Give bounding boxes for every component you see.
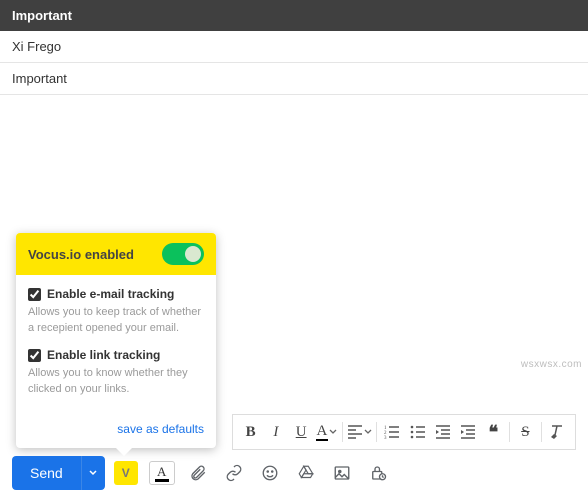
vocus-title: Vocus.io enabled — [28, 247, 134, 262]
subject-value: Important — [12, 71, 67, 86]
text-color-button[interactable]: A — [315, 418, 338, 446]
link-button[interactable] — [219, 458, 249, 488]
email-tracking-checkbox[interactable] — [28, 288, 41, 301]
compose-title: Important — [12, 8, 72, 23]
separator — [541, 422, 542, 442]
numbered-list-icon: 123 — [384, 425, 400, 439]
image-icon — [333, 464, 351, 482]
bullet-list-button[interactable] — [406, 418, 429, 446]
link-tracking-desc: Allows you to know whether they clicked … — [28, 366, 204, 397]
drive-icon — [297, 464, 315, 482]
numbered-list-button[interactable]: 123 — [381, 418, 404, 446]
lock-clock-icon — [369, 464, 387, 482]
text-format-button[interactable]: A — [147, 458, 177, 488]
bold-button[interactable]: B — [239, 418, 262, 446]
underline-button[interactable]: U — [290, 418, 313, 446]
caret-down-icon — [364, 428, 372, 436]
attach-button[interactable] — [183, 458, 213, 488]
italic-button[interactable]: I — [264, 418, 287, 446]
bottom-toolbar: Send V A — [12, 456, 576, 490]
separator — [376, 422, 377, 442]
text-color-letter: A — [157, 465, 166, 478]
watermark: wsxwsx.com — [521, 359, 582, 370]
indent-more-icon — [460, 425, 476, 439]
text-color-letter: A — [316, 424, 327, 439]
link-icon — [225, 464, 243, 482]
drive-button[interactable] — [291, 458, 321, 488]
vocus-popup-footer: save as defaults — [16, 415, 216, 448]
toggle-knob — [185, 246, 201, 262]
quote-button[interactable]: ❝ — [482, 418, 505, 446]
link-tracking-checkbox[interactable] — [28, 349, 41, 362]
confidential-button[interactable] — [363, 458, 393, 488]
email-tracking-desc: Allows you to keep track of whether a re… — [28, 305, 204, 336]
vocus-badge: V — [114, 461, 138, 485]
separator — [342, 422, 343, 442]
to-field[interactable]: Xi Frego — [0, 31, 588, 63]
send-group: Send — [12, 456, 105, 490]
clear-format-icon — [549, 425, 565, 439]
save-defaults-link[interactable]: save as defaults — [117, 422, 204, 436]
vocus-toggle[interactable] — [162, 243, 204, 265]
indent-less-icon — [435, 425, 451, 439]
separator — [509, 422, 510, 442]
option-link-tracking: Enable link tracking Allows you to know … — [28, 348, 204, 397]
caret-down-icon — [329, 428, 337, 436]
indent-more-button[interactable] — [456, 418, 479, 446]
paperclip-icon — [189, 464, 207, 482]
to-value: Xi Frego — [12, 39, 61, 54]
compose-header: Important — [0, 0, 588, 31]
vocus-popup-body: Enable e-mail tracking Allows you to kee… — [16, 275, 216, 415]
align-icon — [347, 425, 363, 439]
smiley-icon — [261, 464, 279, 482]
bullet-list-icon — [410, 425, 426, 439]
send-button[interactable]: Send — [12, 456, 81, 490]
image-button[interactable] — [327, 458, 357, 488]
emoji-button[interactable] — [255, 458, 285, 488]
caret-down-icon — [89, 469, 97, 477]
send-more-button[interactable] — [81, 456, 105, 490]
align-button[interactable] — [347, 418, 372, 446]
clear-format-button[interactable] — [546, 418, 569, 446]
strikethrough-button[interactable]: S — [514, 418, 537, 446]
email-tracking-label: Enable e-mail tracking — [47, 287, 174, 301]
text-color-glyph: A — [149, 461, 175, 485]
vocus-popup-header: Vocus.io enabled — [16, 233, 216, 275]
format-toolbar: B I U A 123 ❝ S — [232, 414, 576, 450]
subject-field[interactable]: Important — [0, 63, 588, 95]
indent-less-button[interactable] — [431, 418, 454, 446]
svg-text:3: 3 — [384, 436, 387, 439]
option-email-tracking: Enable e-mail tracking Allows you to kee… — [28, 287, 204, 336]
link-tracking-label: Enable link tracking — [47, 348, 160, 362]
vocus-popup: Vocus.io enabled Enable e-mail tracking … — [16, 233, 216, 448]
vocus-badge-button[interactable]: V — [111, 458, 141, 488]
